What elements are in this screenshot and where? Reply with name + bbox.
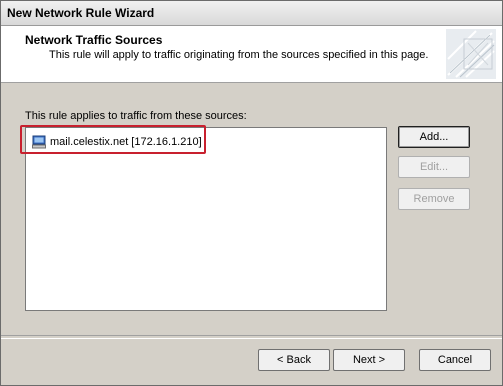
window-title: New Network Rule Wizard xyxy=(7,6,155,20)
cancel-button[interactable]: Cancel xyxy=(419,349,491,371)
next-button[interactable]: Next > xyxy=(333,349,405,371)
footer-divider xyxy=(1,335,502,339)
highlight-box xyxy=(20,125,206,154)
page-title: Network Traffic Sources xyxy=(25,33,163,47)
page-subtitle: This rule will apply to traffic originat… xyxy=(49,49,429,61)
wizard-banner-icon xyxy=(446,29,496,79)
wizard-header: Network Traffic Sources This rule will a… xyxy=(1,26,502,83)
sources-label: This rule applies to traffic from these … xyxy=(25,110,247,122)
add-button[interactable]: Add... xyxy=(398,126,470,148)
remove-button[interactable]: Remove xyxy=(398,188,470,210)
edit-button[interactable]: Edit... xyxy=(398,156,470,178)
wizard-window: New Network Rule Wizard Network Traffic … xyxy=(0,0,503,386)
wizard-content: This rule applies to traffic from these … xyxy=(1,83,502,335)
sources-listbox[interactable]: mail.celestix.net [172.16.1.210] xyxy=(25,127,387,311)
back-button[interactable]: < Back xyxy=(258,349,330,371)
title-bar[interactable]: New Network Rule Wizard xyxy=(1,1,502,26)
